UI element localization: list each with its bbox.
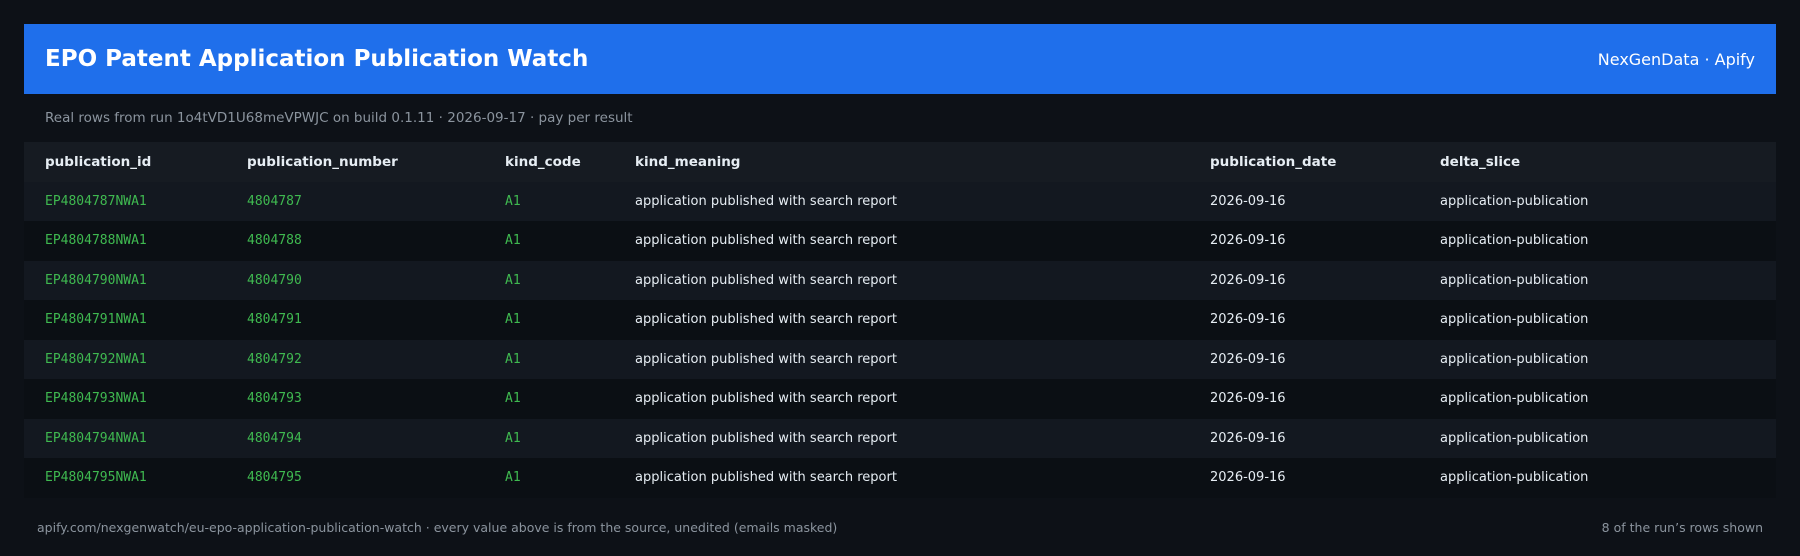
cell-publication-id: EP4804790NWA1 — [45, 272, 147, 288]
cell-publication-date: 2026-09-16 — [1210, 470, 1286, 486]
cell-kind-code: A1 — [505, 233, 521, 249]
column-header-publication-number: publication_number — [247, 153, 398, 170]
page-footer: apify.com/nexgenwatch/eu-epo-application… — [37, 520, 1763, 535]
cell-publication-number: 4804791 — [247, 312, 302, 328]
cell-publication-id: EP4804794NWA1 — [45, 430, 147, 446]
cell-publication-id: EP4804792NWA1 — [45, 351, 147, 367]
cell-publication-number: 4804795 — [247, 470, 302, 486]
results-table: publication_id publication_number kind_c… — [24, 142, 1776, 498]
cell-publication-number: 4804793 — [247, 391, 302, 407]
table-row: EP4804788NWA1 4804788 A1 application pub… — [24, 221, 1776, 261]
cell-kind-meaning: application published with search report — [635, 193, 897, 209]
table-row: EP4804793NWA1 4804793 A1 application pub… — [24, 379, 1776, 419]
page-header: EPO Patent Application Publication Watch… — [24, 24, 1776, 94]
table-row: EP4804792NWA1 4804792 A1 application pub… — [24, 339, 1776, 379]
cell-kind-code: A1 — [505, 312, 521, 328]
table-row: EP4804795NWA1 4804795 A1 application pub… — [24, 458, 1776, 498]
cell-kind-code: A1 — [505, 351, 521, 367]
cell-publication-id: EP4804788NWA1 — [45, 233, 147, 249]
brand-label: NexGenData · Apify — [1597, 49, 1755, 69]
cell-delta-slice: application-publication — [1440, 351, 1589, 367]
cell-delta-slice: application-publication — [1440, 312, 1589, 328]
table-row: EP4804791NWA1 4804791 A1 application pub… — [24, 300, 1776, 340]
run-info: Real rows from run 1o4tVD1U68meVPWJC on … — [45, 110, 633, 126]
cell-publication-id: EP4804791NWA1 — [45, 312, 147, 328]
cell-publication-date: 2026-09-16 — [1210, 351, 1286, 367]
cell-publication-id: EP4804793NWA1 — [45, 391, 147, 407]
cell-kind-code: A1 — [505, 470, 521, 486]
cell-publication-id: EP4804795NWA1 — [45, 470, 147, 486]
column-header-publication-id: publication_id — [45, 153, 152, 170]
cell-publication-date: 2026-09-16 — [1210, 193, 1286, 209]
table-row: EP4804794NWA1 4804794 A1 application pub… — [24, 418, 1776, 458]
column-header-publication-date: publication_date — [1210, 153, 1337, 170]
column-header-kind-code: kind_code — [505, 153, 581, 170]
cell-kind-meaning: application published with search report — [635, 430, 897, 446]
cell-kind-code: A1 — [505, 272, 521, 288]
cell-delta-slice: application-publication — [1440, 233, 1589, 249]
cell-delta-slice: application-publication — [1440, 430, 1589, 446]
table-row: EP4804790NWA1 4804790 A1 application pub… — [24, 260, 1776, 300]
cell-publication-number: 4804788 — [247, 233, 302, 249]
cell-delta-slice: application-publication — [1440, 272, 1589, 288]
cell-publication-number: 4804792 — [247, 351, 302, 367]
cell-publication-id: EP4804787NWA1 — [45, 193, 147, 209]
footer-source-note: apify.com/nexgenwatch/eu-epo-application… — [37, 520, 838, 535]
column-header-delta-slice: delta_slice — [1440, 153, 1521, 170]
cell-publication-date: 2026-09-16 — [1210, 233, 1286, 249]
cell-publication-date: 2026-09-16 — [1210, 272, 1286, 288]
page-title: EPO Patent Application Publication Watch — [45, 46, 589, 72]
footer-row-count: 8 of the run’s rows shown — [1601, 520, 1763, 535]
cell-delta-slice: application-publication — [1440, 470, 1589, 486]
table-row: EP4804787NWA1 4804787 A1 application pub… — [24, 181, 1776, 221]
cell-kind-code: A1 — [505, 430, 521, 446]
cell-publication-date: 2026-09-16 — [1210, 391, 1286, 407]
cell-publication-date: 2026-09-16 — [1210, 312, 1286, 328]
cell-publication-number: 4804790 — [247, 272, 302, 288]
cell-delta-slice: application-publication — [1440, 391, 1589, 407]
cell-publication-number: 4804787 — [247, 193, 302, 209]
cell-kind-meaning: application published with search report — [635, 272, 897, 288]
table-header-row: publication_id publication_number kind_c… — [24, 142, 1776, 182]
cell-publication-number: 4804794 — [247, 430, 302, 446]
cell-kind-meaning: application published with search report — [635, 351, 897, 367]
cell-kind-meaning: application published with search report — [635, 470, 897, 486]
cell-delta-slice: application-publication — [1440, 193, 1589, 209]
column-header-kind-meaning: kind_meaning — [635, 153, 741, 170]
cell-publication-date: 2026-09-16 — [1210, 430, 1286, 446]
cell-kind-meaning: application published with search report — [635, 312, 897, 328]
cell-kind-code: A1 — [505, 193, 521, 209]
cell-kind-meaning: application published with search report — [635, 391, 897, 407]
cell-kind-code: A1 — [505, 391, 521, 407]
cell-kind-meaning: application published with search report — [635, 233, 897, 249]
